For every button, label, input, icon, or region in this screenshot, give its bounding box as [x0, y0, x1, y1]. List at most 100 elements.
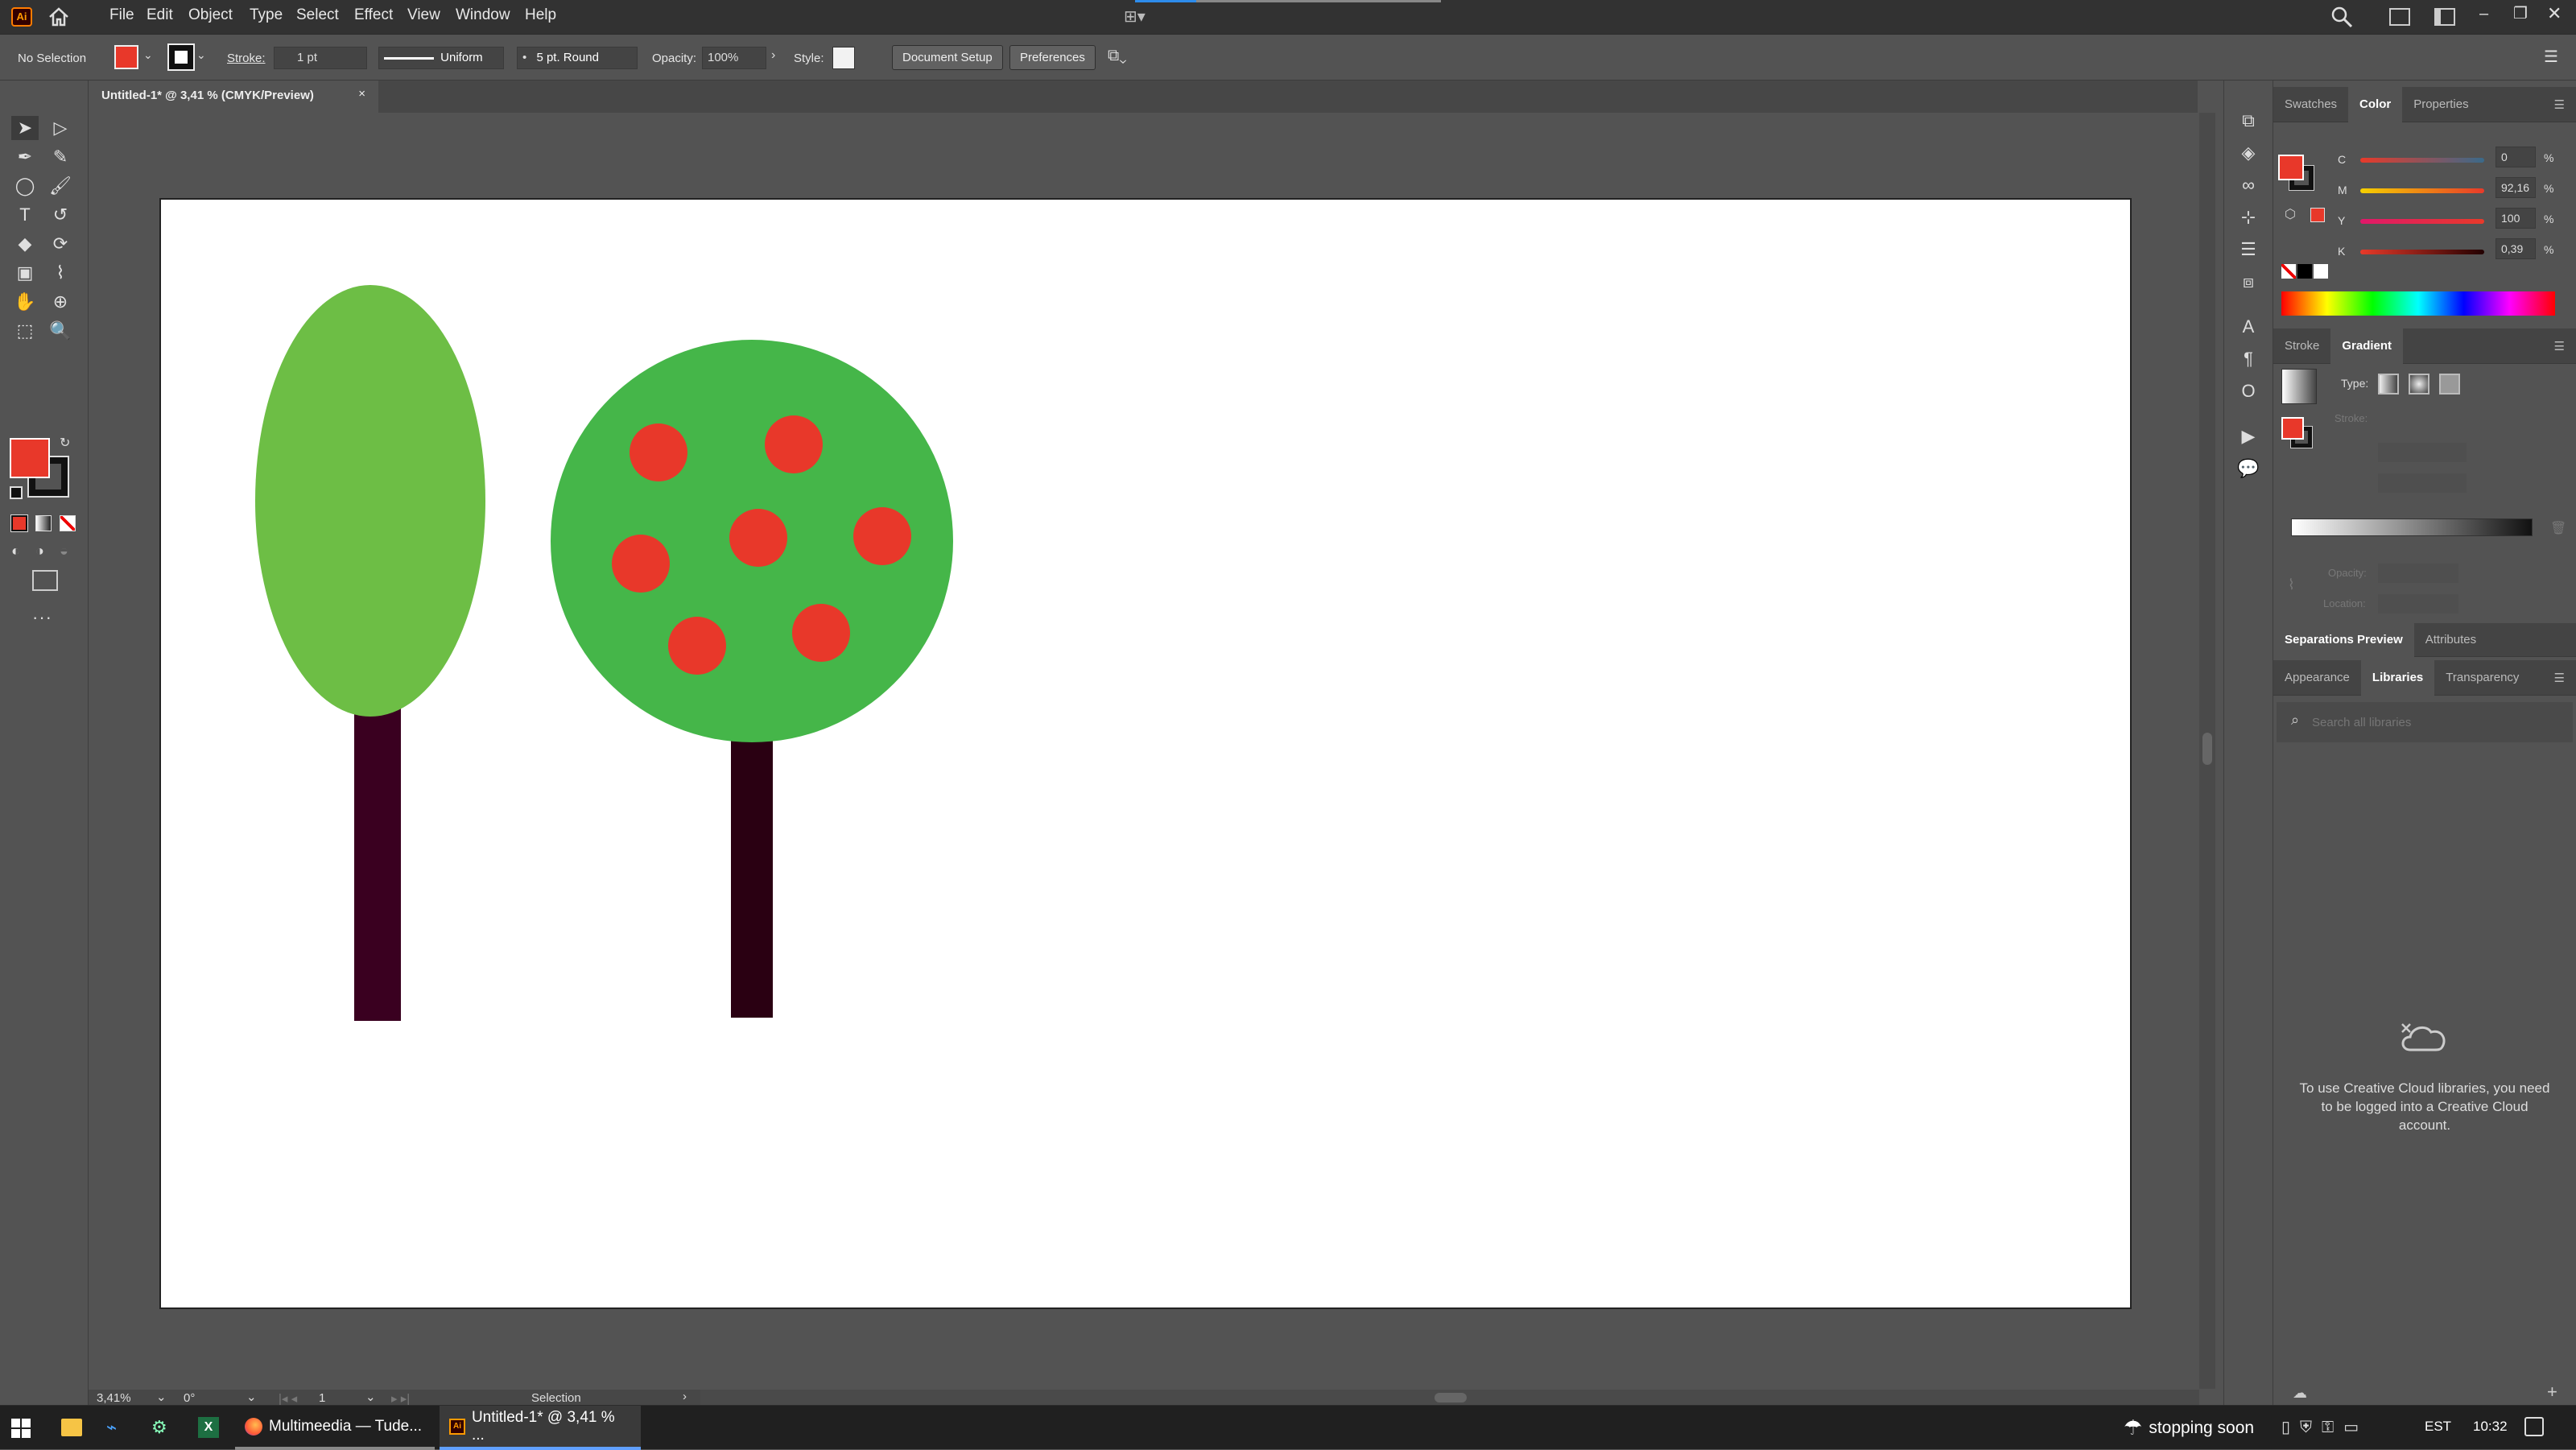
draw-inside-icon[interactable]: ◒ — [60, 543, 68, 560]
app-icon[interactable]: ⚙ — [151, 1417, 167, 1438]
current-tool-status[interactable]: Selection — [531, 1391, 581, 1405]
artboard-tool-icon[interactable]: ⬚ — [11, 319, 39, 343]
more-tools-icon[interactable]: ··· — [32, 607, 52, 628]
gradient-aspect-field[interactable] — [2378, 473, 2467, 493]
ellipse-tool-icon[interactable]: ◯ — [11, 174, 39, 198]
artboard-nav-next-icon[interactable]: ▸ ▸| — [391, 1391, 410, 1406]
taskbar-firefox[interactable]: Multimeedia — Tude... — [235, 1406, 435, 1450]
arrange-icon[interactable]: ⧉⌄ — [1108, 47, 1127, 65]
menu-effect[interactable]: Effect — [354, 6, 393, 24]
magenta-value[interactable]: 92,16 — [2496, 177, 2536, 198]
none-mode-icon[interactable] — [60, 515, 76, 531]
close-icon[interactable]: ✕ — [2547, 3, 2562, 24]
magenta-slider[interactable] — [2360, 188, 2484, 193]
rotation-value[interactable]: 0° — [184, 1391, 195, 1405]
color-fill-swatch[interactable] — [2278, 155, 2304, 180]
panel-menu-icon[interactable]: ☰ — [2544, 47, 2558, 67]
black-value[interactable]: 0,39 — [2496, 238, 2536, 259]
chevron-right-icon[interactable]: › — [683, 1390, 687, 1403]
gradient-slider[interactable] — [2291, 518, 2533, 536]
fill-color-large[interactable] — [10, 438, 50, 478]
gradient-location-field[interactable] — [2378, 594, 2458, 613]
horizontal-scroll-thumb[interactable] — [1435, 1393, 1467, 1402]
artboard-number[interactable]: 1 — [319, 1391, 325, 1405]
variable-width-profile[interactable]: Uniform — [378, 47, 504, 69]
menu-edit[interactable]: Edit — [147, 6, 173, 24]
rotate-tool-icon[interactable]: ↺ — [47, 203, 74, 227]
chevron-down-icon[interactable]: ⌄ — [246, 1390, 257, 1404]
artboard[interactable] — [159, 198, 2132, 1309]
transform-panel-icon[interactable]: ⊹ — [2232, 203, 2264, 232]
fill-swatch[interactable] — [114, 45, 138, 69]
screen-mode-icon[interactable] — [32, 570, 58, 591]
clock[interactable]: 10:32 — [2473, 1419, 2508, 1435]
default-fill-stroke-icon[interactable] — [10, 486, 23, 499]
none-swatch[interactable] — [2281, 264, 2296, 279]
arrange-documents-icon[interactable]: ⊞▾ — [1124, 6, 1156, 27]
library-search-input[interactable] — [2312, 712, 2553, 733]
tab-libraries[interactable]: Libraries — [2360, 659, 2435, 696]
panel-menu-icon[interactable]: ☰ — [2543, 671, 2576, 685]
app-icon[interactable]: ⌁ — [106, 1417, 117, 1438]
draw-behind-icon[interactable]: ◑ — [35, 543, 44, 560]
document-setup-button[interactable]: Document Setup — [892, 45, 1003, 70]
chevron-down-icon[interactable]: ⌄ — [196, 48, 206, 62]
library-search[interactable]: ⌕ — [2277, 702, 2573, 742]
opentype-panel-icon[interactable]: O — [2232, 377, 2264, 406]
character-panel-icon[interactable]: A — [2232, 312, 2264, 341]
selection-tool-icon[interactable]: ➤ — [11, 116, 39, 140]
gradient-preview-swatch[interactable] — [2281, 369, 2317, 404]
tab-appearance[interactable]: Appearance — [2273, 671, 2361, 684]
linear-gradient-icon[interactable] — [2378, 374, 2399, 395]
color-spectrum[interactable] — [2281, 291, 2555, 316]
zoom-tool-icon[interactable]: 🔍 — [47, 319, 74, 343]
freeform-gradient-icon[interactable] — [2439, 374, 2460, 395]
gradient-tool-icon[interactable]: ▣ — [11, 261, 39, 285]
panel-layout-icon[interactable] — [2434, 8, 2455, 26]
eyedropper-icon[interactable]: ⌇ — [2288, 576, 2295, 593]
tab-separations-preview[interactable]: Separations Preview — [2273, 622, 2414, 657]
taskbar-illustrator[interactable]: Ai Untitled-1* @ 3,41 % ... — [440, 1406, 641, 1450]
graphic-style-swatch[interactable] — [832, 47, 855, 69]
menu-window[interactable]: Window — [456, 6, 510, 24]
restore-icon[interactable]: ❐ — [2513, 3, 2528, 23]
yellow-slider[interactable] — [2360, 219, 2484, 224]
file-explorer-icon[interactable] — [61, 1419, 82, 1436]
menu-file[interactable]: File — [109, 6, 134, 24]
horizontal-scrollbar[interactable] — [700, 1390, 2199, 1406]
menu-help[interactable]: Help — [525, 6, 556, 24]
vertical-scrollbar[interactable] — [2199, 113, 2215, 1389]
links-panel-icon[interactable]: ∞ — [2232, 171, 2264, 200]
color-mode-icon[interactable] — [10, 514, 28, 532]
puppet-warp-tool-icon[interactable]: ✋ — [11, 290, 39, 314]
black-swatch[interactable] — [2297, 264, 2312, 279]
chevron-right-icon[interactable]: › — [771, 48, 775, 63]
minimize-icon[interactable]: – — [2479, 5, 2488, 23]
input-language[interactable]: EST — [2425, 1419, 2451, 1435]
cyan-value[interactable]: 0 — [2496, 147, 2536, 167]
artboard-nav-first-icon[interactable]: |◂ ◂ — [279, 1391, 297, 1406]
swap-fill-stroke-icon[interactable]: ↻ — [60, 435, 70, 451]
tab-attributes[interactable]: Attributes — [2414, 633, 2487, 647]
delete-stop-icon[interactable]: 🗑 — [2550, 520, 2566, 536]
stroke-label[interactable]: Stroke: — [227, 52, 266, 65]
paintbrush-tool-icon[interactable]: 🖌 — [47, 174, 74, 198]
chevron-down-icon[interactable]: ⌄ — [156, 1390, 167, 1404]
gradient-angle-field[interactable] — [2378, 443, 2467, 462]
black-slider[interactable] — [2360, 250, 2484, 254]
radial-gradient-icon[interactable] — [2409, 374, 2429, 395]
menu-object[interactable]: Object — [188, 6, 233, 24]
comments-panel-icon[interactable]: 💬 — [2232, 454, 2264, 483]
symbol-sprayer-tool-icon[interactable]: ⊕ — [47, 290, 74, 314]
gradient-mode-icon[interactable] — [35, 515, 52, 531]
draw-normal-icon[interactable]: ◐ — [11, 543, 20, 560]
pathfinder-panel-icon[interactable]: ⧈ — [2232, 267, 2264, 296]
actions-panel-icon[interactable]: ▶ — [2232, 422, 2264, 451]
gradient-opacity-field[interactable] — [2378, 564, 2458, 583]
artboards-panel-icon[interactable]: ⧉ — [2232, 106, 2264, 135]
tab-stroke[interactable]: Stroke — [2273, 339, 2330, 353]
menu-view[interactable]: View — [407, 6, 440, 24]
vertical-scroll-thumb[interactable] — [2202, 733, 2212, 765]
chevron-down-icon[interactable]: ⌄ — [365, 1390, 376, 1404]
align-panel-icon[interactable]: ☰ — [2232, 235, 2264, 264]
